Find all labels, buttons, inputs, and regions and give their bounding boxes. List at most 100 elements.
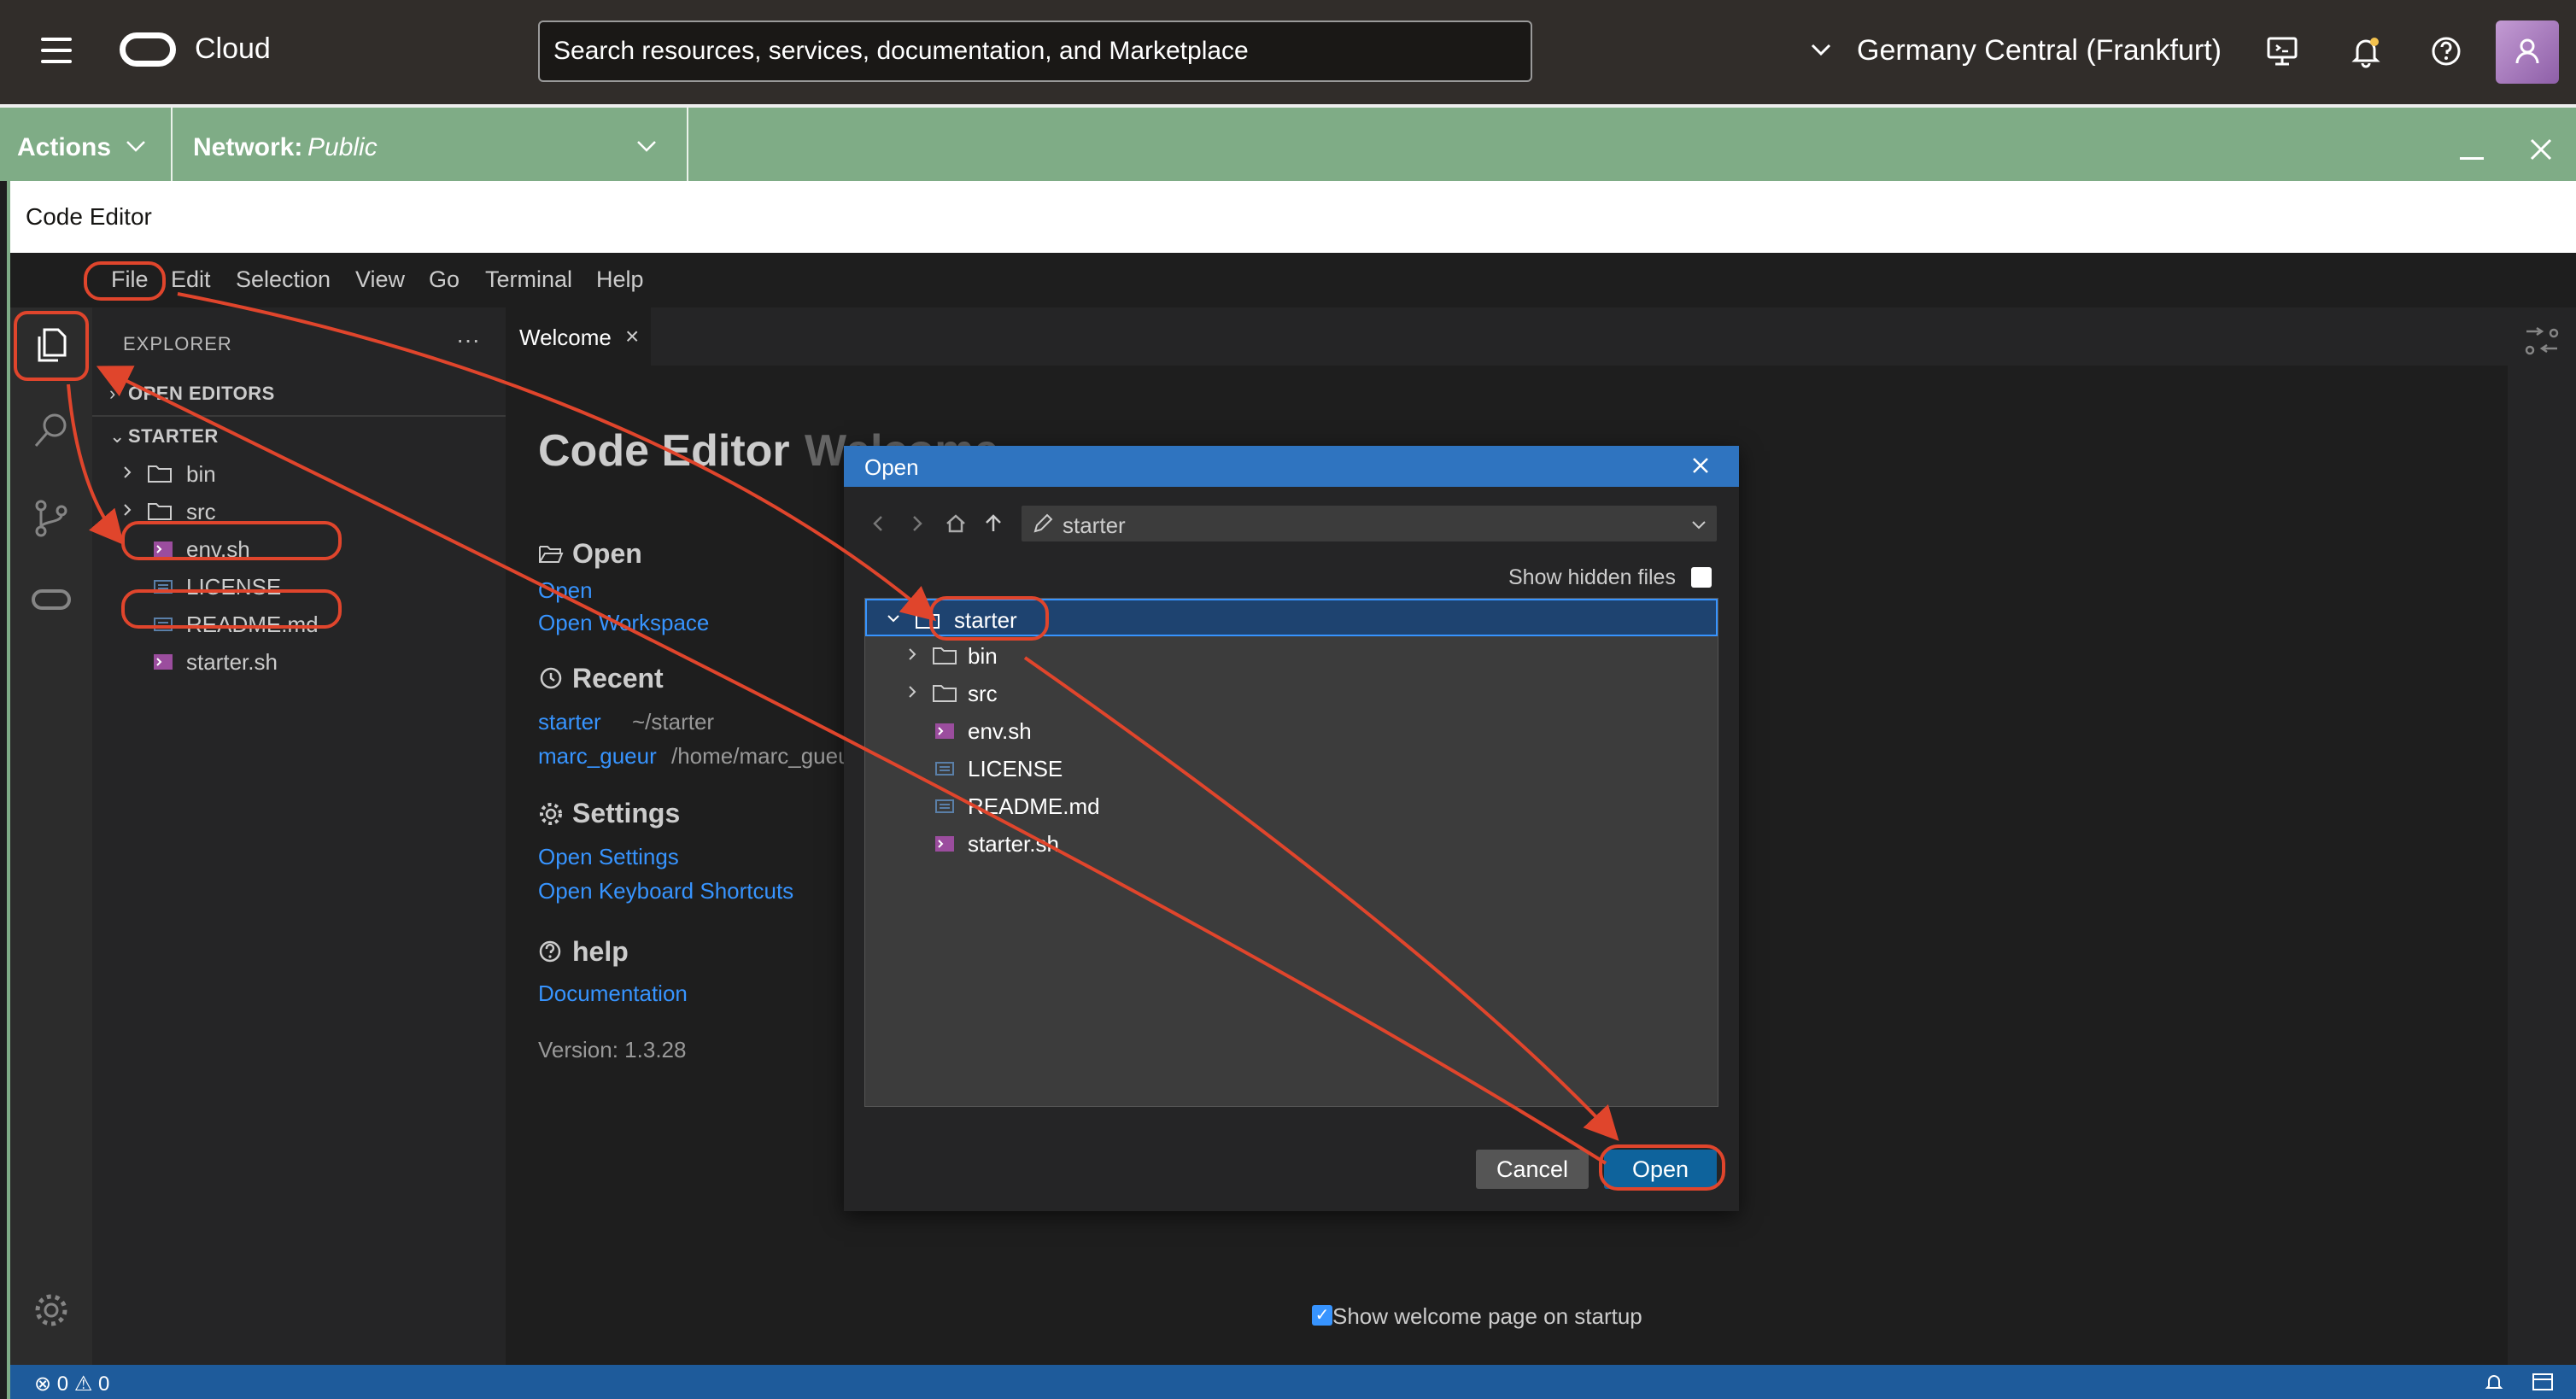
recent-item-starter[interactable]: starter — [538, 709, 601, 735]
tree-item-src[interactable]: src — [92, 492, 506, 530]
chevron-down-icon — [887, 615, 899, 623]
close-tab-icon[interactable]: × — [625, 323, 639, 350]
menu-edit[interactable]: Edit — [171, 266, 211, 293]
tab-welcome[interactable]: Welcome × — [506, 307, 651, 366]
starter-folder-section[interactable]: ⌄ STARTER — [109, 425, 219, 448]
starter-folder-label: STARTER — [128, 425, 219, 447]
chevron-down-icon — [126, 141, 145, 152]
folder-icon — [933, 647, 957, 664]
dialog-tree-item-readme[interactable]: README.md — [865, 787, 1718, 824]
dialog-file-tree: starter bin src env.sh LICENSE README.md… — [864, 598, 1718, 1107]
back-arrow-icon[interactable] — [868, 512, 890, 535]
editor-tab-strip: Welcome × — [506, 307, 2508, 366]
shell-file-icon — [935, 723, 954, 739]
tree-item-env-sh[interactable]: env.sh — [92, 530, 506, 567]
tree-item-starter-sh[interactable]: starter.sh — [92, 642, 506, 680]
dialog-tree-label: starter — [954, 607, 1017, 633]
dialog-tree-item-env-sh[interactable]: env.sh — [865, 711, 1718, 749]
menu-bar: File Edit Selection View Go Terminal Hel… — [10, 253, 2576, 307]
folder-icon — [148, 503, 172, 520]
documentation-link[interactable]: Documentation — [538, 980, 688, 1007]
recent-item-marc-gueur[interactable]: marc_gueur — [538, 743, 657, 770]
bell-icon[interactable] — [2349, 34, 2383, 68]
tree-item-label: src — [186, 499, 216, 524]
chevron-down-icon[interactable] — [1689, 516, 1708, 535]
dialog-tree-item-bin[interactable]: bin — [865, 636, 1718, 674]
show-welcome-checkbox[interactable]: ✓ — [1312, 1305, 1332, 1326]
warning-icon: ⚠ — [73, 1373, 93, 1396]
up-arrow-icon[interactable] — [982, 512, 1004, 535]
forward-arrow-icon[interactable] — [905, 512, 928, 535]
menu-help[interactable]: Help — [596, 266, 644, 293]
menu-selection[interactable]: Selection — [236, 266, 331, 293]
network-dropdown[interactable]: Network: Public — [174, 108, 688, 181]
tree-item-bin[interactable]: bin — [92, 454, 506, 492]
menu-file[interactable]: File — [111, 266, 149, 293]
open-shortcuts-link[interactable]: Open Keyboard Shortcuts — [538, 878, 793, 904]
search-input[interactable]: Search resources, services, documentatio… — [538, 20, 1532, 82]
welcome-title: Code Editor — [538, 426, 790, 476]
open-button[interactable]: Open — [1604, 1150, 1717, 1189]
explorer-files-icon[interactable] — [31, 325, 72, 366]
help-icon[interactable] — [2429, 34, 2463, 68]
source-control-icon[interactable] — [31, 497, 72, 538]
search-icon[interactable] — [31, 410, 72, 451]
open-editors-label: OPEN EDITORS — [128, 383, 275, 404]
history-icon — [540, 667, 562, 689]
folder-open-icon — [539, 546, 564, 563]
menu-terminal[interactable]: Terminal — [485, 266, 572, 293]
recent-item-path: /home/marc_gueu — [671, 743, 851, 769]
dialog-tree-item-starter-sh[interactable]: starter.sh — [865, 824, 1718, 862]
layout-icon[interactable] — [2532, 1372, 2554, 1392]
remote-explorer-icon[interactable] — [2523, 325, 2561, 359]
home-icon[interactable] — [945, 512, 967, 535]
explorer-sidebar: EXPLORER ··· › OPEN EDITORS ⌄ STARTER bin … — [92, 307, 506, 1365]
menu-view[interactable]: View — [355, 266, 405, 293]
region-selector[interactable]: Germany Central (Frankfurt) — [1857, 34, 2222, 67]
cancel-button[interactable]: Cancel — [1476, 1150, 1589, 1189]
cloud-shell-icon[interactable] — [2265, 34, 2299, 68]
minimize-icon[interactable] — [2460, 157, 2484, 160]
show-hidden-files-checkbox[interactable] — [1691, 567, 1712, 588]
chevron-down-icon[interactable] — [1809, 38, 1833, 61]
show-welcome-label: Show welcome page on startup — [1332, 1303, 1642, 1329]
dialog-tree-item-src[interactable]: src — [865, 674, 1718, 711]
user-icon — [2515, 38, 2539, 64]
close-icon[interactable] — [1689, 454, 1712, 477]
more-actions-icon[interactable]: ··· — [456, 326, 480, 354]
oracle-logo-icon[interactable] — [120, 32, 176, 67]
open-workspace-link[interactable]: Open Workspace — [538, 610, 709, 636]
dialog-tree-item-license[interactable]: LICENSE — [865, 749, 1718, 787]
open-link[interactable]: Open — [538, 577, 593, 604]
bell-icon[interactable] — [2484, 1372, 2504, 1392]
dialog-tree-label: starter.sh — [968, 831, 1059, 857]
gear-icon[interactable] — [31, 1290, 72, 1331]
user-avatar[interactable] — [2496, 20, 2559, 84]
tree-item-label: env.sh — [186, 536, 250, 562]
warning-count: 0 — [98, 1373, 110, 1396]
tree-item-label: bin — [186, 461, 216, 487]
hamburger-menu-icon[interactable] — [41, 38, 75, 65]
settings-heading: Settings — [572, 798, 681, 828]
tree-item-readme[interactable]: README.md — [92, 605, 506, 642]
path-input[interactable]: starter — [1022, 506, 1717, 541]
shell-file-icon — [154, 541, 173, 557]
problems-indicator[interactable]: ⊗ 0 ⚠ 0 — [34, 1372, 109, 1396]
explorer-title: EXPLORER — [123, 333, 232, 354]
open-settings-link[interactable]: Open Settings — [538, 844, 679, 870]
tree-item-license[interactable]: LICENSE — [92, 567, 506, 605]
text-file-icon — [935, 799, 954, 813]
menu-go[interactable]: Go — [429, 266, 460, 293]
section-divider — [92, 415, 506, 417]
actions-dropdown[interactable]: Actions — [0, 108, 173, 181]
error-count: 0 — [56, 1373, 69, 1396]
oci-top-bar: Cloud Search resources, services, docume… — [0, 0, 2576, 104]
close-icon[interactable] — [2528, 137, 2554, 162]
show-hidden-files-label: Show hidden files — [1508, 565, 1676, 589]
oracle-extension-icon[interactable] — [31, 579, 72, 620]
help-heading: help — [572, 936, 629, 967]
open-editors-section[interactable]: › OPEN EDITORS — [109, 383, 275, 405]
dialog-tree-label: src — [968, 681, 998, 706]
dialog-tree-item-starter[interactable]: starter — [865, 599, 1718, 636]
dialog-title: Open — [864, 454, 919, 480]
